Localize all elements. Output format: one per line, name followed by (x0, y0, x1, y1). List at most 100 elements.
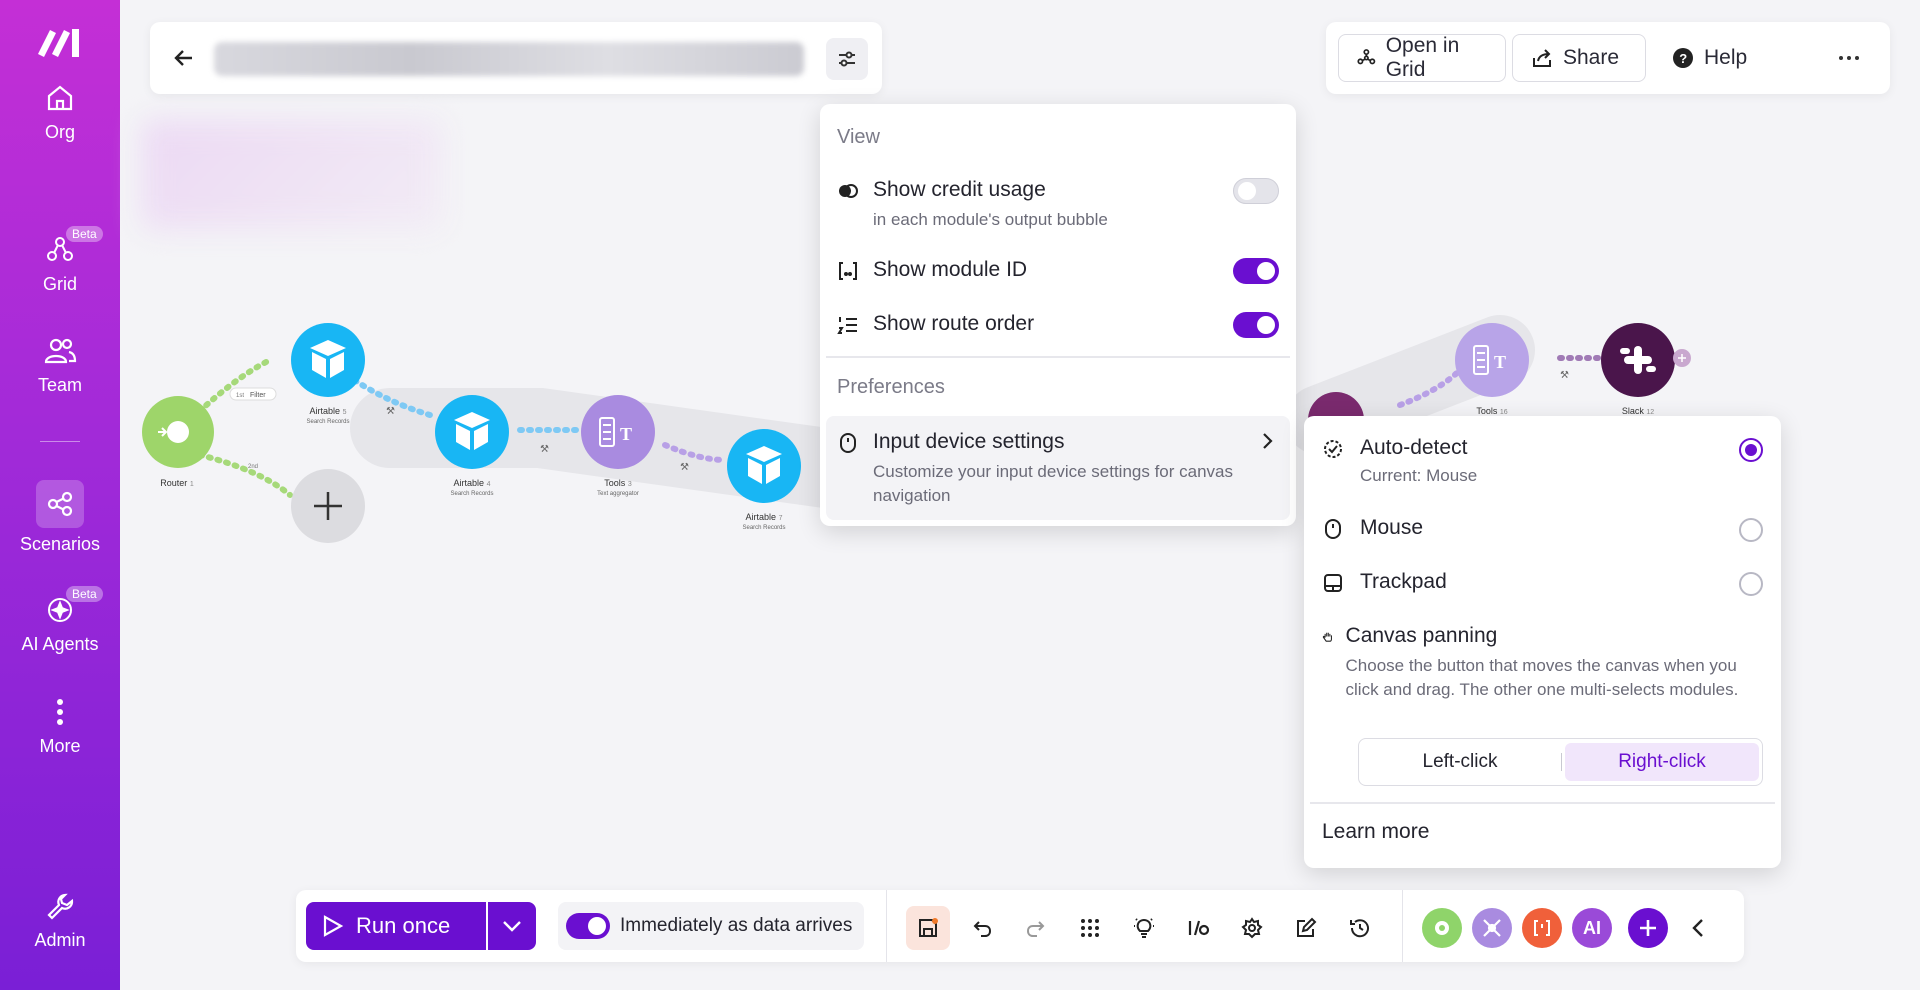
ai-app-button[interactable]: AI (1572, 908, 1612, 948)
history-icon (1350, 919, 1369, 938)
dots-grid-icon (1081, 919, 1099, 937)
undo-icon (973, 921, 992, 937)
wrench-icon[interactable]: ⚒ (1560, 370, 1569, 381)
menu-item-input-device-content[interactable]: Input device settings Customize your inp… (837, 430, 1279, 508)
menu-item-show-credit-usage[interactable]: Show credit usage in each module's outpu… (837, 178, 1279, 232)
sidebar-item-more[interactable]: More (0, 694, 120, 757)
menu-item-show-module-id[interactable]: Show module ID (837, 258, 1279, 282)
more-horizontal-icon (1839, 56, 1859, 60)
more-options-button[interactable] (1824, 34, 1876, 82)
edit-note-icon (1297, 917, 1317, 937)
open-in-grid-button[interactable]: Open in Grid (1338, 34, 1506, 82)
schedule-label[interactable]: Immediately as data arrives (620, 915, 852, 937)
sidebar-divider (40, 441, 80, 442)
share-button[interactable]: Share (1512, 34, 1646, 82)
json-app-button[interactable] (1522, 908, 1562, 948)
io-button[interactable] (1176, 906, 1220, 950)
menu-item-show-route-order[interactable]: Show route order (837, 312, 1279, 336)
mouse-radio[interactable] (1739, 518, 1763, 542)
svg-text:?: ? (1679, 51, 1687, 66)
section-description: Choose the button that moves the canvas … (1345, 656, 1739, 699)
tools-node[interactable]: T (578, 392, 658, 472)
save-button[interactable] (906, 906, 950, 950)
option-mouse[interactable]: Mouse (1322, 516, 1763, 540)
tools-app-button[interactable] (1422, 908, 1462, 948)
sidebar-item-grid[interactable]: Beta Grid (0, 226, 120, 295)
wrench-icon[interactable]: ⚒ (680, 462, 689, 473)
module-id-toggle[interactable] (1233, 258, 1279, 284)
auto-detect-icon (1324, 440, 1342, 458)
option-auto-detect[interactable]: Auto-detect Current: Mouse (1322, 436, 1763, 486)
sidebar-item-label: More (39, 736, 81, 756)
sidebar-item-label: Org (44, 122, 75, 142)
credit-usage-toggle[interactable] (1233, 178, 1279, 204)
sidebar-item-org[interactable]: Org (0, 80, 120, 143)
sidebar-item-scenarios[interactable]: Scenarios (0, 480, 120, 555)
scenario-title-bar (150, 22, 882, 94)
right-click-option[interactable]: Right-click (1565, 743, 1759, 781)
flow-control-button[interactable] (1472, 908, 1512, 948)
scenario-title-blurred[interactable] (214, 42, 804, 76)
auto-align-button[interactable] (1068, 906, 1112, 950)
help-button[interactable]: ? Help (1654, 34, 1768, 82)
scenarios-icon (47, 491, 73, 517)
airtable-node[interactable] (288, 320, 368, 400)
menu-item-sublabel: in each module's output bubble (873, 210, 1108, 229)
route-order-toggle[interactable] (1233, 312, 1279, 338)
io-icon (1188, 920, 1210, 936)
wrench-icon[interactable]: ⚒ (540, 444, 549, 455)
redo-button[interactable] (1014, 906, 1058, 950)
back-arrow-icon[interactable] (172, 46, 196, 70)
run-once-button[interactable]: Run once (306, 902, 486, 950)
segment-divider (1561, 753, 1562, 771)
tools-node[interactable]: T (1452, 320, 1532, 400)
menu-section-preferences: Preferences (837, 376, 945, 398)
history-button[interactable] (1338, 906, 1382, 950)
auto-detect-radio[interactable] (1739, 438, 1763, 462)
option-label: Trackpad (1360, 570, 1447, 593)
wrench-icon[interactable]: ⚒ (386, 406, 395, 417)
explain-flow-button[interactable] (1122, 906, 1166, 950)
add-module-node[interactable] (288, 466, 368, 546)
grid-graph-icon (1357, 49, 1376, 65)
view-settings-menu: View Show credit usage in each module's … (820, 104, 1296, 526)
router-node[interactable] (138, 392, 218, 472)
schedule-toggle[interactable] (566, 913, 610, 939)
flow-control-icon (1483, 919, 1501, 937)
route-order-label: 2nd (248, 464, 258, 470)
sidebar-item-label: Grid (42, 274, 77, 294)
node-sublabel: Search Records (450, 491, 494, 497)
sidebar-item-ai-agents[interactable]: Beta AI Agents (0, 586, 120, 655)
option-trackpad[interactable]: Trackpad (1322, 570, 1763, 594)
sidebar-item-admin[interactable]: Admin (0, 888, 120, 951)
save-icon (919, 918, 938, 937)
svg-text:T: T (1494, 352, 1506, 372)
mouse-icon (1325, 519, 1341, 539)
view-settings-button[interactable] (826, 38, 868, 80)
chevron-down-icon (503, 921, 521, 932)
add-module-button[interactable] (1628, 908, 1668, 948)
collapse-toolbar-button[interactable] (1676, 906, 1720, 950)
route-order-label: 1st (236, 393, 244, 399)
airtable-node[interactable] (724, 426, 804, 506)
make-logo-icon[interactable] (36, 24, 84, 60)
toolbar-divider (886, 890, 887, 962)
home-icon (47, 85, 73, 111)
left-click-option[interactable]: Left-click (1363, 743, 1557, 781)
share-icon (1533, 49, 1551, 67)
bottom-toolbar: Run once Immediately as data arrives AI (296, 890, 1744, 962)
blurred-panel (142, 120, 442, 230)
undo-button[interactable] (960, 906, 1004, 950)
slack-node[interactable] (1598, 320, 1698, 400)
node-label: Airtable 7 (745, 512, 783, 522)
airtable-node[interactable] (432, 392, 512, 472)
scenario-settings-button[interactable] (1230, 906, 1274, 950)
learn-more-link[interactable]: Learn more (1322, 820, 1429, 844)
canvas-panning-section: Canvas panning Choose the button that mo… (1322, 624, 1759, 702)
wrench-icon (47, 893, 74, 920)
sidebar-item-team[interactable]: Team (0, 333, 120, 396)
run-options-dropdown[interactable] (488, 902, 536, 950)
chevron-right-icon (1263, 433, 1273, 449)
trackpad-radio[interactable] (1739, 572, 1763, 596)
notes-button[interactable] (1284, 906, 1328, 950)
